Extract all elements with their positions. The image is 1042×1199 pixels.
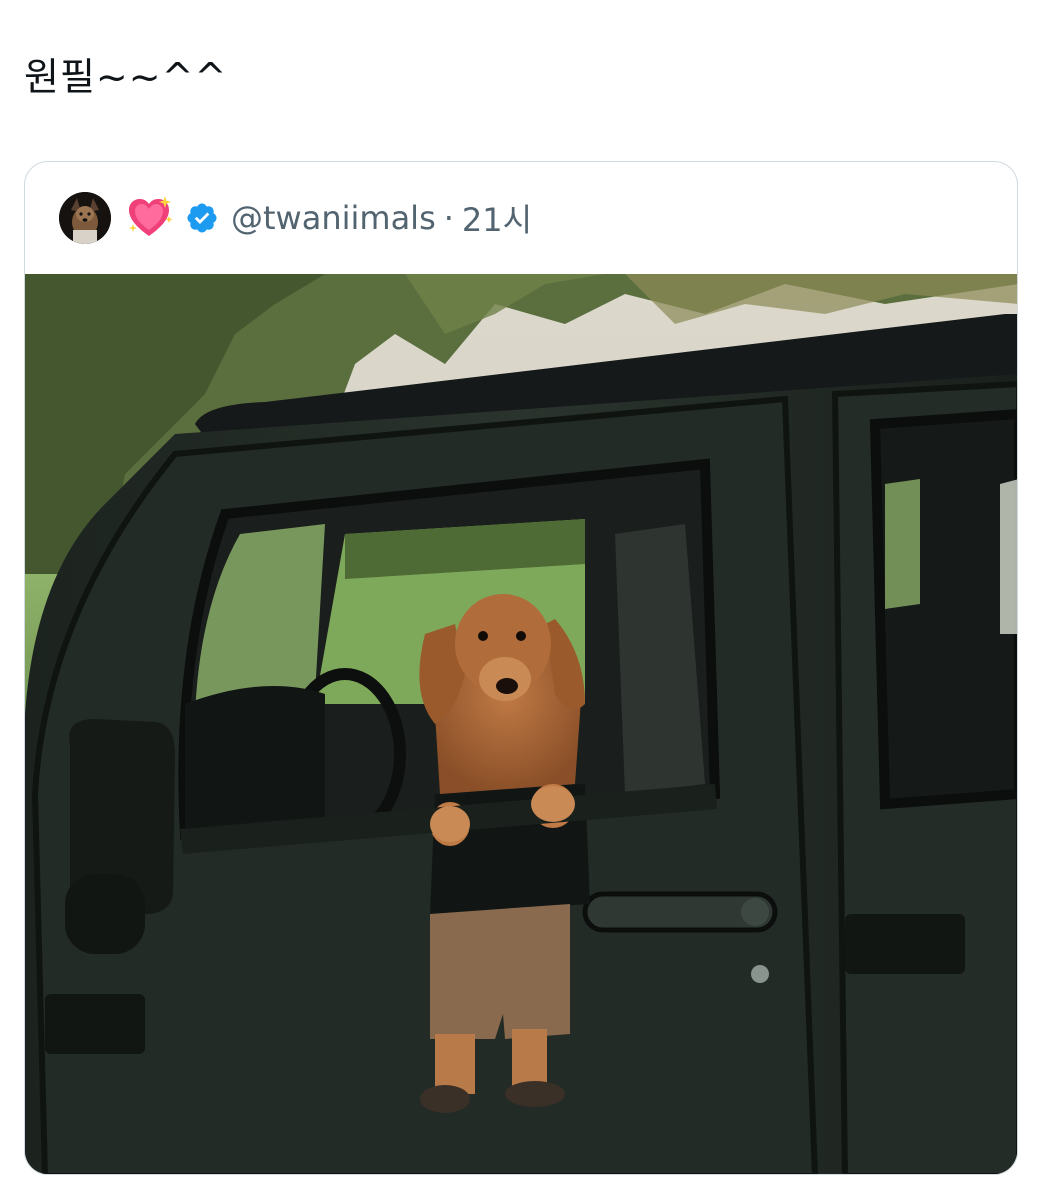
post-image[interactable] — [25, 274, 1017, 1174]
dog-in-jeep-photo — [25, 274, 1017, 1174]
quoted-post-header: @twaniimals · 21시 — [25, 162, 1017, 274]
quoted-post-card[interactable]: @twaniimals · 21시 — [24, 161, 1018, 1175]
author-handle[interactable]: @twaniimals — [231, 199, 436, 237]
post-text: 원필~~^^ — [24, 55, 228, 99]
verified-badge-icon — [187, 203, 217, 233]
separator-dot: · — [443, 199, 454, 237]
sparkling-heart-icon — [129, 196, 173, 236]
avatar[interactable] — [59, 192, 111, 244]
post-timestamp[interactable]: 21시 — [462, 195, 532, 241]
